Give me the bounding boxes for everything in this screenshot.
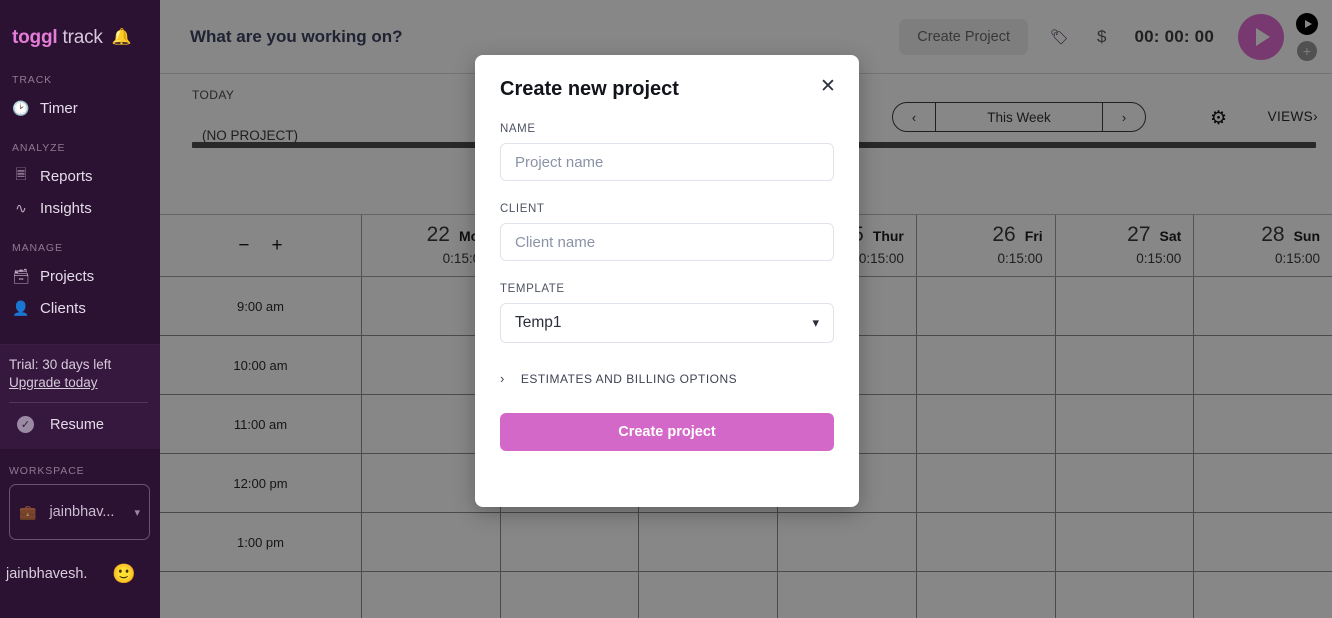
chevron-down-icon: ▾ [134,506,140,519]
sidebar-item-label: Insights [40,199,92,217]
trial-panel: Trial: 30 days left Upgrade today ✓ Resu… [0,344,160,449]
sidebar: toggl track 🔔 TRACK 🕑 Timer ANALYZE 🗏 Re… [0,0,160,618]
sidebar-item-clients[interactable]: 👤 Clients [0,292,160,324]
sidebar-item-insights[interactable]: ∿ Insights [0,192,160,224]
workspace-selector[interactable]: 💼 jainbhav... ▾ [9,484,150,540]
sidebar-header: toggl track 🔔 [0,0,160,56]
sidebar-item-label: Projects [40,267,95,285]
sidebar-item-label: Timer [40,99,78,117]
folder-icon: 🗃 [12,267,30,284]
chevron-right-icon: › [500,371,505,386]
sidebar-item-label: Clients [40,299,86,317]
avatar[interactable]: 🙂 [112,562,136,586]
toggl-track-app: toggl track 🔔 TRACK 🕑 Timer ANALYZE 🗏 Re… [0,0,1332,618]
bell-icon[interactable]: 🔔 [112,30,132,46]
sidebar-item-timer[interactable]: 🕑 Timer [0,92,160,124]
sidebar-section-manage: MANAGE [12,242,63,254]
dialog-title: Create new project [500,78,679,100]
app-logo[interactable]: toggl track [12,27,103,49]
project-name-input[interactable]: Project name [500,143,834,181]
workspace-name: jainbhav... [49,504,115,520]
user-name: jainbhavesh. [6,566,88,582]
contact-icon: 👤 [12,299,30,316]
upgrade-link[interactable]: Upgrade today [9,375,148,390]
template-selected-value: Temp1 [515,314,562,331]
clock-icon: 🕑 [12,99,30,116]
insights-icon: ∿ [15,199,27,216]
estimates-billing-toggle[interactable]: › ESTIMATES AND BILLING OPTIONS [500,371,834,386]
workspace-section-label: WORKSPACE [9,465,85,477]
chevron-down-icon: ▾ [812,315,819,330]
estimates-billing-label: ESTIMATES AND BILLING OPTIONS [520,371,738,386]
user-row[interactable]: jainbhavesh. 🙂 [0,540,160,586]
report-icon: 🗏 [15,166,27,182]
logo-light-text: track [57,27,103,48]
close-icon[interactable]: ✕ [815,73,841,99]
resume-label: Resume [50,416,104,433]
client-name-input[interactable]: Client name [500,223,834,261]
name-field-label: NAME [500,123,536,135]
create-project-submit-button[interactable]: Create project [500,413,834,451]
template-field-label: TEMPLATE [500,283,565,295]
logo-bold-text: toggl [12,27,58,48]
client-field-label: CLIENT [500,203,545,215]
sidebar-item-reports[interactable]: 🗏 Reports [0,160,160,192]
resume-button[interactable]: ✓ Resume [9,403,148,435]
sidebar-section-analyze: ANALYZE [12,142,66,154]
sidebar-section-track: TRACK [12,74,53,86]
template-select[interactable]: Temp1 ▾ [500,303,834,343]
briefcase-icon: 💼 [19,503,37,520]
trial-status-text: Trial: 30 days left [9,357,112,372]
create-project-dialog: Create new project ✕ NAME Project name C… [475,55,859,507]
sidebar-item-label: Reports [40,167,93,185]
sidebar-item-projects[interactable]: 🗃 Projects [0,260,160,292]
check-circle-icon: ✓ [17,416,34,433]
